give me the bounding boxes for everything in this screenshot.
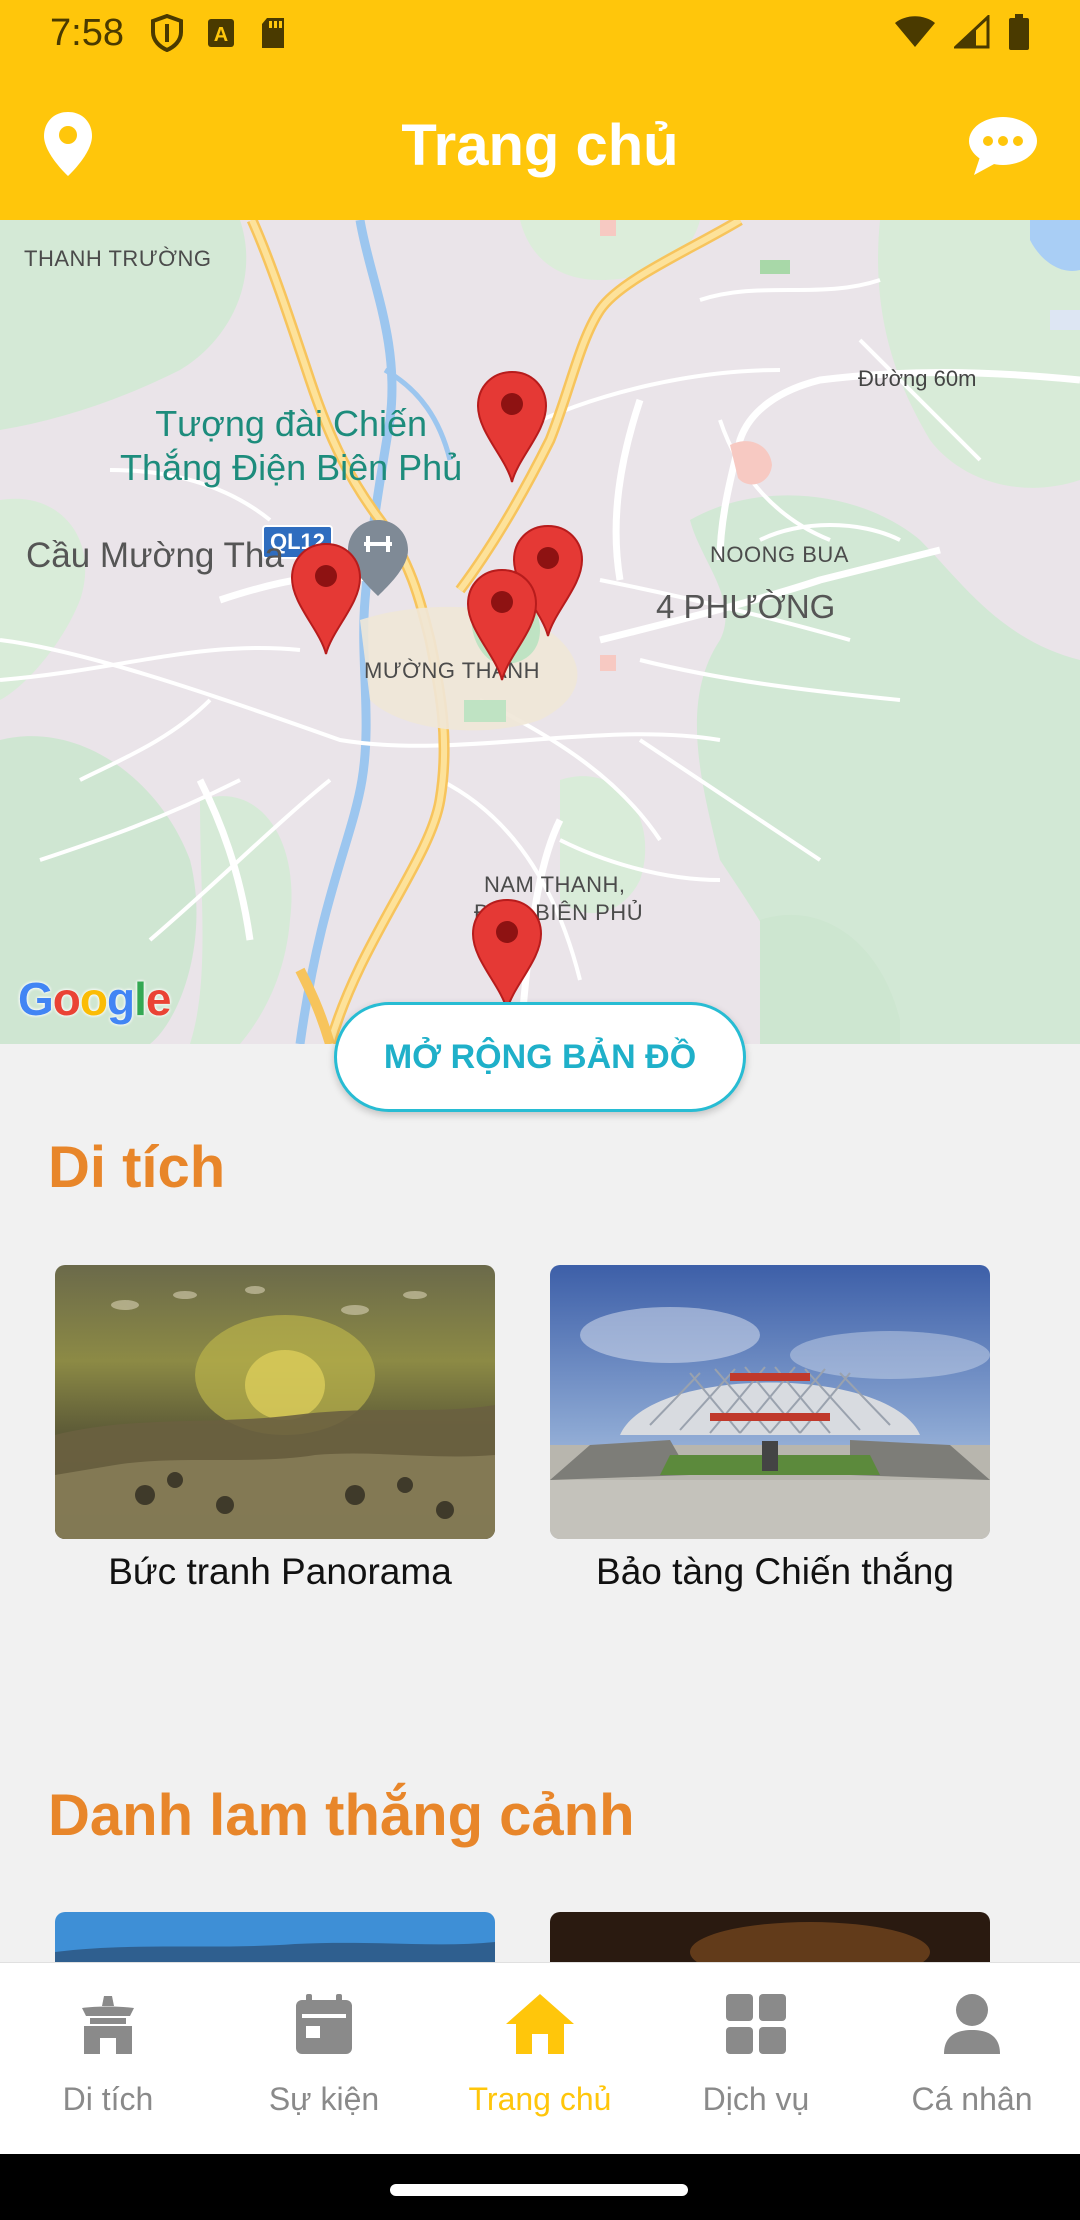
sd-card-icon <box>262 18 284 48</box>
map-label: ĐIỆN BIÊN PHỦ <box>474 900 644 925</box>
map-label: MƯỜNG THANH <box>364 658 540 683</box>
map-label: NOONG BUA <box>710 542 849 567</box>
top-bar: 7:58 A Trang chủ <box>0 0 1080 220</box>
nav-item-dich-vu[interactable]: Dịch vụ <box>648 1963 864 2155</box>
card-bao-tang[interactable]: Bảo tàng Chiến thắng <box>550 1265 990 1593</box>
map-label: 4 PHƯỜNG <box>656 588 836 625</box>
nav-item-su-kien[interactable]: Sự kiện <box>216 1963 432 2155</box>
google-logo: Google <box>18 973 171 1025</box>
nav-label: Dịch vụ <box>702 2081 810 2117</box>
map-label: Cầu Mường Tha <box>26 536 284 575</box>
nav-label: Cá nhân <box>911 2081 1033 2117</box>
home-icon <box>506 1994 574 2054</box>
text-a-icon: A <box>208 19 234 47</box>
nav-item-trang-chu[interactable]: Trang chủ <box>432 1963 648 2155</box>
grid-icon <box>726 1994 786 2054</box>
nav-item-ca-nhan[interactable]: Cá nhân <box>864 1963 1080 2155</box>
status-notification-icons: A <box>150 14 288 52</box>
person-icon <box>944 1994 1000 2054</box>
section-title: Danh lam thắng cảnh <box>48 1783 635 1848</box>
card-image <box>55 1265 495 1539</box>
card-image <box>550 1265 990 1539</box>
map-poi-label: Tượng đài Chiến Thắng Điện Biên Phủ <box>120 402 462 490</box>
status-time: 7:58 <box>50 12 124 54</box>
card-panorama[interactable]: Bức tranh Panorama <box>55 1265 495 1593</box>
map-view[interactable]: THANH TRƯỜNG QL12 Đường 60m Tượng đài Ch… <box>0 220 1080 1044</box>
bridge-poi-icon <box>348 520 408 596</box>
map-poi-label-line: Tượng đài Chiến <box>155 403 428 444</box>
temple-icon <box>82 1996 134 2054</box>
nav-label: Trang chủ <box>468 2081 612 2117</box>
page-title: Trang chủ <box>401 113 679 178</box>
bottom-navigation: Di tích Sự kiện Trang chủ Dịch vụ Cá nhâ… <box>0 1962 1080 2154</box>
expand-map-button[interactable]: MỞ RỘNG BẢN ĐỒ <box>334 1002 746 1112</box>
nav-item-di-tich[interactable]: Di tích <box>0 1963 216 2155</box>
system-navigation-bar <box>0 2154 1080 2220</box>
map-poi-label-line: Thắng Điện Biên Phủ <box>120 447 463 488</box>
chat-button[interactable] <box>966 115 1040 177</box>
chat-bubble-icon <box>969 117 1037 175</box>
card-caption: Bảo tàng Chiến thắng <box>596 1551 954 1592</box>
calendar-icon <box>296 1994 352 2054</box>
screen: 7:58 A Trang chủ THANH TRƯỜNG QL12 Đường… <box>0 0 1080 2220</box>
nav-label: Di tích <box>62 2081 154 2117</box>
nav-label: Sự kiện <box>268 2081 380 2117</box>
svg-text:A: A <box>214 24 228 46</box>
status-system-icons <box>894 14 1030 50</box>
battery-icon <box>1009 14 1029 50</box>
wifi-icon <box>895 16 935 47</box>
map-label: THANH TRƯỜNG <box>24 246 212 271</box>
map-label: NAM THANH, <box>484 872 626 897</box>
shield-icon <box>151 14 183 52</box>
section-title: Di tích <box>48 1135 226 1200</box>
home-gesture-handle[interactable] <box>390 2184 688 2196</box>
signal-icon <box>954 15 990 49</box>
card-caption: Bức tranh Panorama <box>108 1551 452 1592</box>
map-label: Đường 60m <box>858 366 977 391</box>
